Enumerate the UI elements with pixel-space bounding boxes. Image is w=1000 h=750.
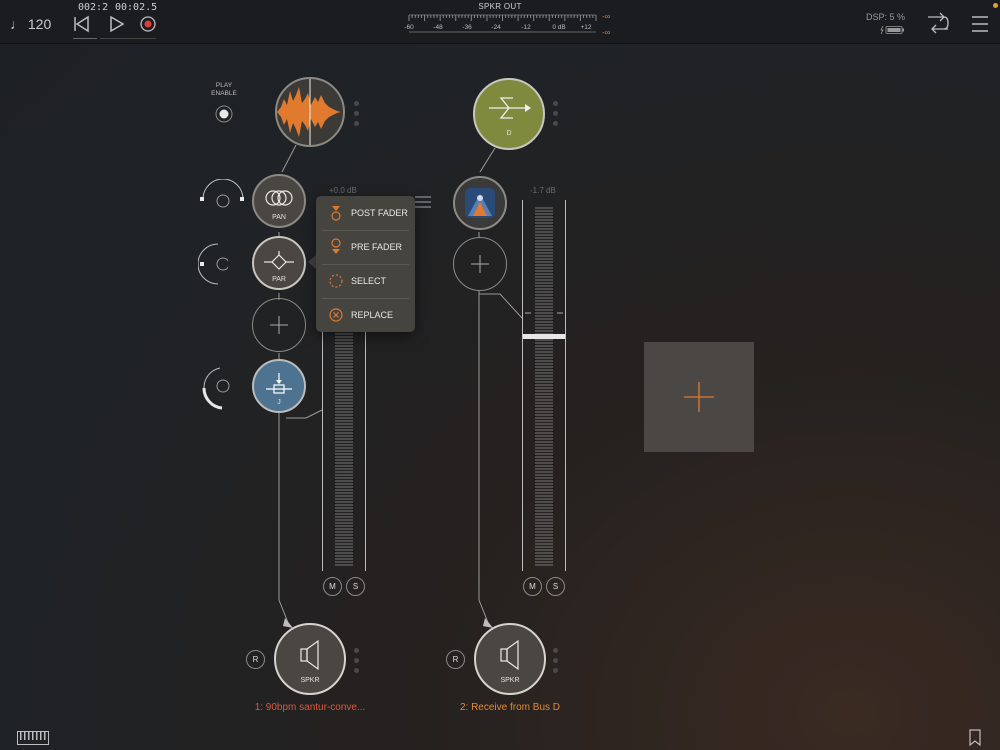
play-enable-label: PLAY ENABLE	[211, 82, 237, 97]
menu-item-pre-fader[interactable]: PRE FADER	[316, 230, 415, 264]
menu-pointer	[308, 255, 316, 269]
plus-icon	[684, 382, 714, 412]
ch2-solo-button[interactable]: S	[546, 577, 565, 596]
context-menu: POST FADER PRE FADER SELECT REPLACE	[316, 196, 415, 332]
plus-icon	[471, 255, 489, 273]
ch1-mute-button[interactable]: M	[323, 577, 342, 596]
ch1-record-button[interactable]: R	[246, 650, 265, 669]
source-options-dots[interactable]	[354, 101, 359, 131]
pre-fader-icon	[331, 238, 341, 254]
play-enable-toggle[interactable]	[214, 104, 234, 124]
bus-d-label: D	[506, 130, 512, 137]
menu-item-post-fader[interactable]: POST FADER	[316, 196, 415, 230]
par-node[interactable]: PAR	[252, 236, 306, 290]
send-node[interactable]: J	[252, 359, 306, 413]
keyboard-key	[40, 732, 42, 740]
bookmark-icon[interactable]	[968, 729, 982, 747]
pan-node[interactable]: PAN	[252, 174, 306, 228]
add-channel-button[interactable]	[644, 342, 754, 452]
keyboard-key	[44, 732, 46, 740]
ch2-output-node[interactable]: SPKR	[474, 623, 546, 695]
keyboard-icon[interactable]	[17, 731, 49, 745]
keyboard-key	[36, 732, 38, 740]
ch1-name[interactable]: 1: 90bpm santur-conve...	[230, 702, 390, 713]
menu-item-replace[interactable]: REPLACE	[316, 298, 415, 332]
waveform-icon	[277, 79, 341, 145]
ch2-mute-button[interactable]: M	[523, 577, 542, 596]
keyboard-key	[28, 732, 30, 740]
plus-icon	[270, 316, 288, 334]
add-effect-node-ch1[interactable]	[252, 298, 306, 352]
bus-d-node[interactable]: D	[473, 78, 545, 150]
par-label: PAR	[272, 276, 286, 283]
ch1-solo-button[interactable]: S	[346, 577, 365, 596]
bus-options-dots[interactable]	[553, 101, 558, 131]
ch1-fader-scale	[335, 333, 353, 566]
pan-label: PAN	[272, 214, 286, 221]
ch1-output-dots[interactable]	[354, 648, 359, 678]
ch1-output-node[interactable]: SPKR	[274, 623, 346, 695]
ch2-name[interactable]: 2: Receive from Bus D	[430, 702, 590, 713]
audio-source-node[interactable]	[275, 77, 345, 147]
ch2-record-button[interactable]: R	[446, 650, 465, 669]
keyboard-key	[24, 732, 26, 740]
send-label: J	[277, 399, 281, 406]
send-level-knob[interactable]	[198, 364, 232, 412]
select-dashed-circle-icon	[329, 274, 343, 288]
par-knob[interactable]	[198, 240, 228, 288]
ch1-output-label: SPKR	[300, 677, 320, 684]
menu-item-select[interactable]: SELECT	[316, 264, 415, 298]
ch2-output-dots[interactable]	[553, 648, 558, 678]
plugin-node[interactable]	[453, 176, 507, 230]
ch2-db-readout: -1.7 dB	[530, 186, 556, 195]
ch1-db-readout: +0.0 dB	[329, 186, 357, 195]
plugin-app-icon	[465, 188, 495, 218]
keyboard-key	[32, 732, 34, 740]
keyboard-key	[20, 732, 22, 740]
add-effect-node-ch2[interactable]	[453, 237, 507, 291]
replace-x-circle-icon	[329, 308, 343, 322]
ch2-output-label: SPKR	[500, 677, 520, 684]
pan-knob[interactable]	[198, 179, 248, 224]
post-fader-icon	[331, 206, 341, 221]
ch2-fader-scale	[525, 207, 563, 566]
ch2-fader-handle[interactable]	[523, 334, 565, 339]
drag-handle-icon[interactable]	[414, 194, 432, 210]
bus-sum-icon	[489, 97, 531, 119]
